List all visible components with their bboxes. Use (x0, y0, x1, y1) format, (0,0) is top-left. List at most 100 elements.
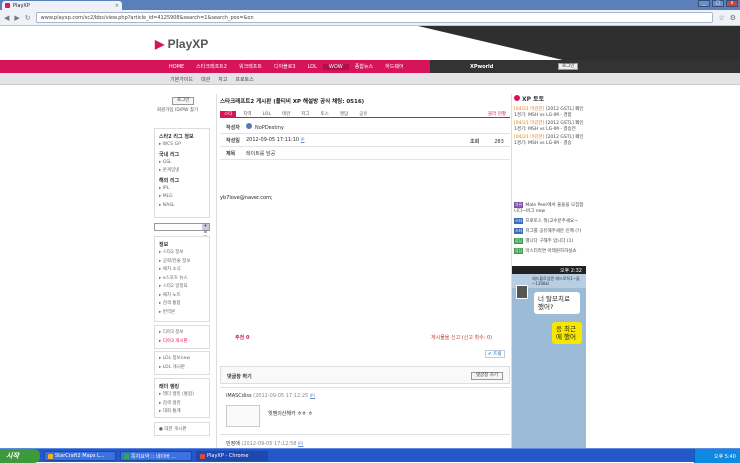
comment-item: 민정애 (2012-09-05 17:12:58 IP) 어 라 (220, 434, 510, 448)
user-icon (246, 123, 252, 129)
back-icon[interactable]: ◀ (4, 14, 9, 22)
sidebar-link[interactable]: ▸ 검색 랭킹 (159, 400, 205, 409)
nav-item-2[interactable]: 워크래프트 (233, 63, 268, 70)
article-meta: 작성자 NoPDestiny 작성일 2012-09-05 17:11:10 I… (220, 121, 510, 160)
post-item[interactable]: 잡담 마스터라면 아레원하하실쇼 (514, 248, 584, 255)
sidebar-link[interactable]: ▸ 스타2 정보 (159, 249, 205, 258)
sidebar-link[interactable]: ▸ MLG (159, 193, 205, 202)
header-login-button[interactable]: 로그인 (558, 63, 579, 70)
post-subject: 레이트를 담공 (246, 150, 276, 157)
sidebar-link[interactable]: ▸ 공략/전술 정보 (159, 258, 205, 267)
phone-status-bar: 오후 2:32 (512, 266, 586, 274)
recommended-link[interactable]: 블라 현황 (484, 111, 510, 117)
taskbar-item[interactable]: PlayXP - Chrome (196, 451, 268, 461)
wrench-icon[interactable]: ⚙ (730, 14, 736, 22)
sidebar-link[interactable]: ▸ e스포츠 뉴스 (159, 275, 205, 284)
star-icon[interactable]: ☆ (718, 14, 724, 22)
sidebar-link[interactable]: ▸ 검색 통합 (159, 300, 205, 309)
twitter-icon: ✔ (488, 352, 492, 357)
sidebar-link[interactable]: ▸ 래더 랭킹 (통합) (159, 391, 205, 400)
sidebar-link[interactable]: ▸ 온게임넷 (159, 167, 205, 176)
sidebar-link[interactable]: ▸ IPL (159, 185, 205, 194)
maximize-button[interactable]: □ (712, 0, 724, 7)
sidebar-link[interactable]: ▸ 디아3 게시판 (159, 338, 205, 347)
chat-screenshot-ad[interactable]: 오후 2:32 레드블로섬퀸 레드로직1~돌~1308요 너 탈모치료 했어? … (512, 266, 586, 448)
nav-item-6[interactable]: 종합뉴스 (349, 63, 379, 70)
subnav-item[interactable]: 대관 (201, 76, 210, 83)
tab-category[interactable]: 랜덤 (336, 111, 352, 117)
toto-item[interactable]: [04/21 마감한] [2012 GSTL] 폐인 1경기: MSH vs L… (514, 107, 584, 119)
spoiler-select[interactable]: 스포일 방지▾ (154, 223, 210, 253)
browser-tab[interactable]: PlayXP × (2, 1, 122, 10)
post-item[interactable]: 자유 Male Peer에서 울돌을 모집합니다~버그 new (514, 202, 584, 215)
article-panel: 스타크래프트2 게시판 (플티비 XP 해설방 공식 채팅: 0516) 스타 … (216, 94, 512, 448)
box-heading: 국내 리그 (159, 151, 180, 158)
comment-ip[interactable]: IP) (298, 441, 303, 446)
url-input[interactable]: www.playxp.com/sc2/bbs/view.php?article_… (35, 12, 714, 23)
sidebar-link[interactable]: ● 대한 게시판 (159, 426, 205, 435)
toto-item[interactable]: [04/21 마감한] [2012 GSTL] 폐인 1경기: MSH vs L… (514, 121, 584, 133)
reload-icon[interactable]: ↻ (25, 14, 31, 22)
site-logo[interactable]: ▶ PlayXP (155, 37, 208, 51)
author-row: 작성자 NoPDestiny (220, 121, 510, 134)
post-item[interactable]: 스타 프로토스 뭐(고수분주세요~ (514, 218, 584, 225)
sidebar-link[interactable]: ▸ 번역본 (159, 309, 205, 318)
tab-title: PlayXP (13, 2, 30, 9)
post-item[interactable]: 스타 저그를 공유해주세분 인께 (?) (514, 228, 584, 235)
tab-category[interactable]: 스타 (220, 111, 237, 117)
tweet-button[interactable]: ✔ 트윗 (485, 350, 505, 358)
nav-item-3[interactable]: 디아블로3 (268, 63, 302, 70)
tab-category[interactable]: 공유 (355, 111, 371, 117)
sidebar-link[interactable]: ▸ 스타2 일정표 (159, 283, 205, 292)
sidebar-link[interactable]: ▸ 패치 노트 (159, 292, 205, 301)
tab-category[interactable]: LOL (259, 111, 275, 117)
ip-link[interactable]: IP (301, 137, 305, 142)
tab-close-icon[interactable]: × (115, 3, 119, 9)
comment-avatar (226, 405, 260, 427)
sidebar-link[interactable]: ▸ LOL 정보new (159, 355, 205, 364)
ladder-box: 래더 랭킹 ▸ 래더 랭킹 (통합) ▸ 검색 랭킹 ▸ 대회 통계 (154, 378, 210, 418)
sidebar-link[interactable]: ▸ 패치 소식 (159, 266, 205, 275)
sidebar-link[interactable]: ▸ LOL 게시판 (159, 364, 205, 373)
tab-category[interactable]: 지역 (239, 111, 255, 117)
recommend-button[interactable]: 추천 0 (235, 334, 249, 341)
start-button[interactable]: 시작 (0, 449, 40, 463)
forward-icon[interactable]: ▶ (14, 14, 19, 22)
nav-item-4[interactable]: LOL (302, 64, 323, 70)
comment-item: iMASCdiss (2012-09-05 17:12:25 IP) 뭣땜의산해… (220, 387, 510, 432)
comment-text: 뭣땜의산해카 ㅎㅎ ㅎ (268, 411, 313, 417)
nav-item-5[interactable]: WOW (322, 63, 349, 70)
subnav-item[interactable]: 기본가이드 (170, 76, 193, 83)
nav-item-7[interactable]: 하드웨어 (379, 63, 409, 70)
taskbar-item[interactable]: 쪽지요약 :: 네이버 ... (120, 451, 192, 461)
tab-category[interactable]: 테란 (278, 111, 294, 117)
nav-item-1[interactable]: 스타크래프트2 (190, 63, 233, 70)
taskbar-item[interactable]: StarCraft2 Maps L... (44, 451, 116, 461)
subnav-item[interactable]: 프로토스 (235, 76, 253, 83)
tab-category[interactable]: 토스 (317, 111, 333, 117)
author-name[interactable]: NoPDestiny (255, 125, 284, 131)
comment-button[interactable]: 댓글창 하기 (470, 372, 503, 380)
sidebar-link[interactable]: ▸ 디아3 정보 (159, 329, 205, 338)
subnav-item[interactable]: 자고 (218, 76, 227, 83)
report-link[interactable]: 게시물을 신고 (신고 횟수: 0) (431, 334, 492, 341)
xpworld-link[interactable]: XPworld (470, 64, 493, 70)
sidebar-link[interactable]: ▸ 대회 통계 (159, 408, 205, 417)
minimize-button[interactable]: _ (698, 0, 710, 7)
nav-item-0[interactable]: HOME (163, 64, 190, 70)
sidebar-link[interactable]: ▸ GSL (159, 159, 205, 168)
sidebar-link[interactable]: ▸ WCS GP (159, 141, 205, 150)
comment-user[interactable]: 민정애 (226, 441, 240, 447)
tab-category[interactable]: 저그 (297, 111, 313, 117)
comment-ip[interactable]: IP) (310, 393, 315, 398)
toto-item[interactable]: [04/21 마감한] [2012 GSTL] 폐인 1경기: MSH vs L… (514, 135, 584, 147)
post-date: 2012-09-05 17:11:10 (246, 137, 300, 143)
post-item[interactable]: 잡담 별나다 구해주 있니다 (1) (514, 238, 584, 245)
sidebar-login-button[interactable]: 로그인 (172, 97, 195, 105)
comment-user[interactable]: iMASCdiss (226, 393, 252, 399)
close-button[interactable]: x (726, 0, 738, 7)
join-links[interactable]: 회원가입 ID/PW 찾기 (157, 107, 198, 113)
sidebar-link[interactable]: ▸ NASL (159, 202, 205, 211)
main-nav: HOME 스타크래프트2 워크래프트 디아블로3 LOL WOW 종합뉴스 하드웨어 XPwo… (0, 60, 740, 73)
chevron-down-icon: ▾ (202, 224, 209, 230)
